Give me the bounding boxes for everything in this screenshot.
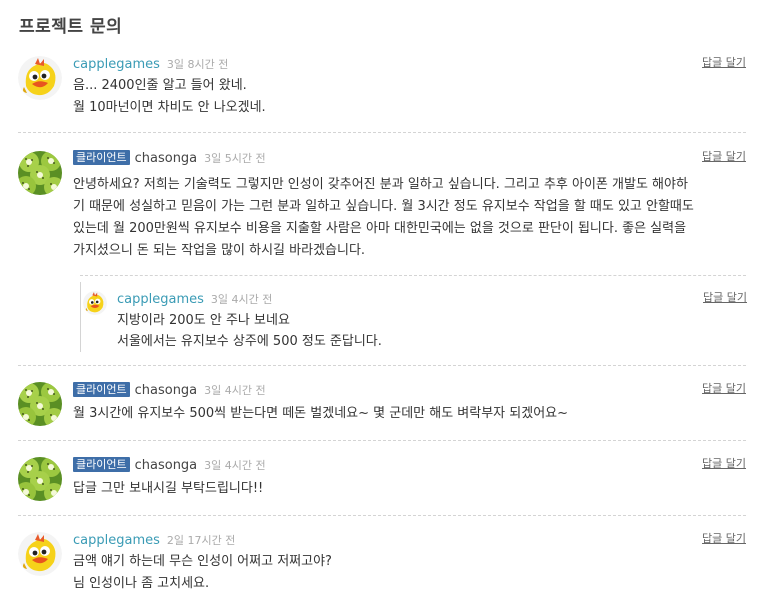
- comment-meta: 클라이언트 chasonga 3일 4시간 전: [73, 455, 266, 473]
- comment-body: 답글 그만 보내시길 부탁드립니다!!: [73, 478, 263, 500]
- comment-line: 월 3시간에 유지보수 500씩 받는다면 떼돈 벌겠네요~ 몇 군데만 해도 …: [73, 406, 569, 421]
- kiwi-avatar-icon[interactable]: [18, 151, 62, 195]
- timestamp: 3일 4시간 전: [204, 384, 266, 397]
- divider: [18, 132, 746, 133]
- yellow-bird-avatar-icon[interactable]: [18, 532, 62, 576]
- comment-line: 서울에서는 유지보수 상주에 500 정도 준답니다.: [117, 334, 382, 349]
- divider: [80, 275, 746, 276]
- reply-button[interactable]: 답글 달기: [702, 530, 746, 546]
- comment-body: 안녕하세요? 저희는 기술력도 그렇지만 인성이 갖추어진 분과 일하고 싶습니…: [73, 174, 753, 262]
- divider: [18, 440, 746, 441]
- comment-line: 안녕하세요? 저희는 기술력도 그렇지만 인성이 갖추어진 분과 일하고 싶습니…: [73, 177, 688, 192]
- comment-body: 금액 얘기 하는데 무슨 인성이 어쩌고 저쩌고야? 님 인성이나 좀 고치세요…: [73, 551, 332, 595]
- comment-item: 클라이언트 chasonga 3일 4시간 전 답글 달기 월 3시간에 유지보수 …: [18, 379, 746, 431]
- comment-meta: capplegames 2일 17시간 전: [73, 530, 235, 548]
- comment-item: capplegames 3일 8시간 전 답글 달기 음... 2400인줄 알고…: [18, 54, 746, 132]
- reply-button[interactable]: 답글 달기: [702, 380, 746, 396]
- username[interactable]: capplegames: [73, 57, 160, 72]
- page-title: 프로젝트 문의: [19, 17, 123, 37]
- reply-button[interactable]: 답글 달기: [702, 54, 746, 70]
- kiwi-avatar-icon[interactable]: [18, 382, 62, 426]
- divider: [18, 365, 746, 366]
- comment-line: 기 때문에 성실하고 믿음이 가는 그런 분과 일하고 싶습니다. 월 3시간 …: [73, 199, 694, 214]
- yellow-bird-avatar-icon[interactable]: [18, 56, 62, 100]
- comment-body: 지방이라 200도 안 주나 보네요 서울에서는 유지보수 상주에 500 정도…: [117, 310, 382, 352]
- comment-body: 월 3시간에 유지보수 500씩 받는다면 떼돈 벌겠네요~ 몇 군데만 해도 …: [73, 403, 568, 425]
- kiwi-avatar-icon[interactable]: [18, 457, 62, 501]
- comment-line: 가지셨으니 돈 되는 작업을 많이 하시길 바라겠습니다.: [73, 243, 366, 258]
- username[interactable]: chasonga: [135, 383, 198, 398]
- comment-line: 월 10마넌이면 차비도 안 나오겠네.: [73, 100, 266, 115]
- timestamp: 3일 5시간 전: [204, 152, 266, 165]
- comment-line: 지방이라 200도 안 주나 보네요: [117, 313, 290, 328]
- yellow-bird-avatar-icon[interactable]: [83, 291, 107, 315]
- reply-button[interactable]: 답글 달기: [703, 289, 747, 305]
- client-badge: 클라이언트: [73, 382, 130, 397]
- username[interactable]: chasonga: [135, 151, 198, 166]
- comment-meta: capplegames 3일 8시간 전: [73, 54, 228, 72]
- username[interactable]: capplegames: [117, 292, 204, 307]
- comment-line: 음... 2400인줄 알고 들어 왔네.: [73, 78, 247, 93]
- comment-item: capplegames 2일 17시간 전 답글 달기 금액 얘기 하는데 무슨 …: [18, 530, 746, 608]
- timestamp: 2일 17시간 전: [166, 534, 236, 547]
- username[interactable]: chasonga: [135, 458, 198, 473]
- comment-meta: capplegames 3일 4시간 전: [117, 289, 272, 307]
- timestamp: 3일 4시간 전: [210, 293, 273, 306]
- comment-item: 클라이언트 chasonga 3일 4시간 전 답글 달기 답글 그만 보내시길 부…: [18, 454, 746, 506]
- comment-body: 음... 2400인줄 알고 들어 왔네. 월 10마넌이면 차비도 안 나오겠…: [73, 75, 266, 119]
- timestamp: 3일 8시간 전: [166, 58, 229, 71]
- username[interactable]: capplegames: [73, 533, 160, 548]
- comment-meta: 클라이언트 chasonga 3일 4시간 전: [73, 380, 266, 398]
- reply-button[interactable]: 답글 달기: [702, 148, 746, 164]
- comment-line: 있는데 월 200만원씩 유지보수 비용을 지출할 사람은 아마 대한민국에는 …: [73, 221, 687, 236]
- timestamp: 3일 4시간 전: [204, 459, 266, 472]
- reply-button[interactable]: 답글 달기: [702, 455, 746, 471]
- comment-meta: 클라이언트 chasonga 3일 5시간 전: [73, 148, 266, 166]
- comment-line: 금액 얘기 하는데 무슨 인성이 어쩌고 저쩌고야?: [73, 554, 332, 569]
- comment-item: 클라이언트 chasonga 3일 5시간 전 답글 달기 안녕하세요? 저희는 기…: [18, 148, 746, 268]
- client-badge: 클라이언트: [73, 150, 130, 165]
- nested-reply: capplegames 3일 4시간 전 답글 달기 지방이라 200도 안 주나…: [80, 282, 747, 352]
- comment-line: 답글 그만 보내시길 부탁드립니다!!: [73, 481, 264, 496]
- client-badge: 클라이언트: [73, 457, 130, 472]
- divider: [18, 515, 746, 516]
- comment-line: 님 인성이나 좀 고치세요.: [73, 576, 210, 591]
